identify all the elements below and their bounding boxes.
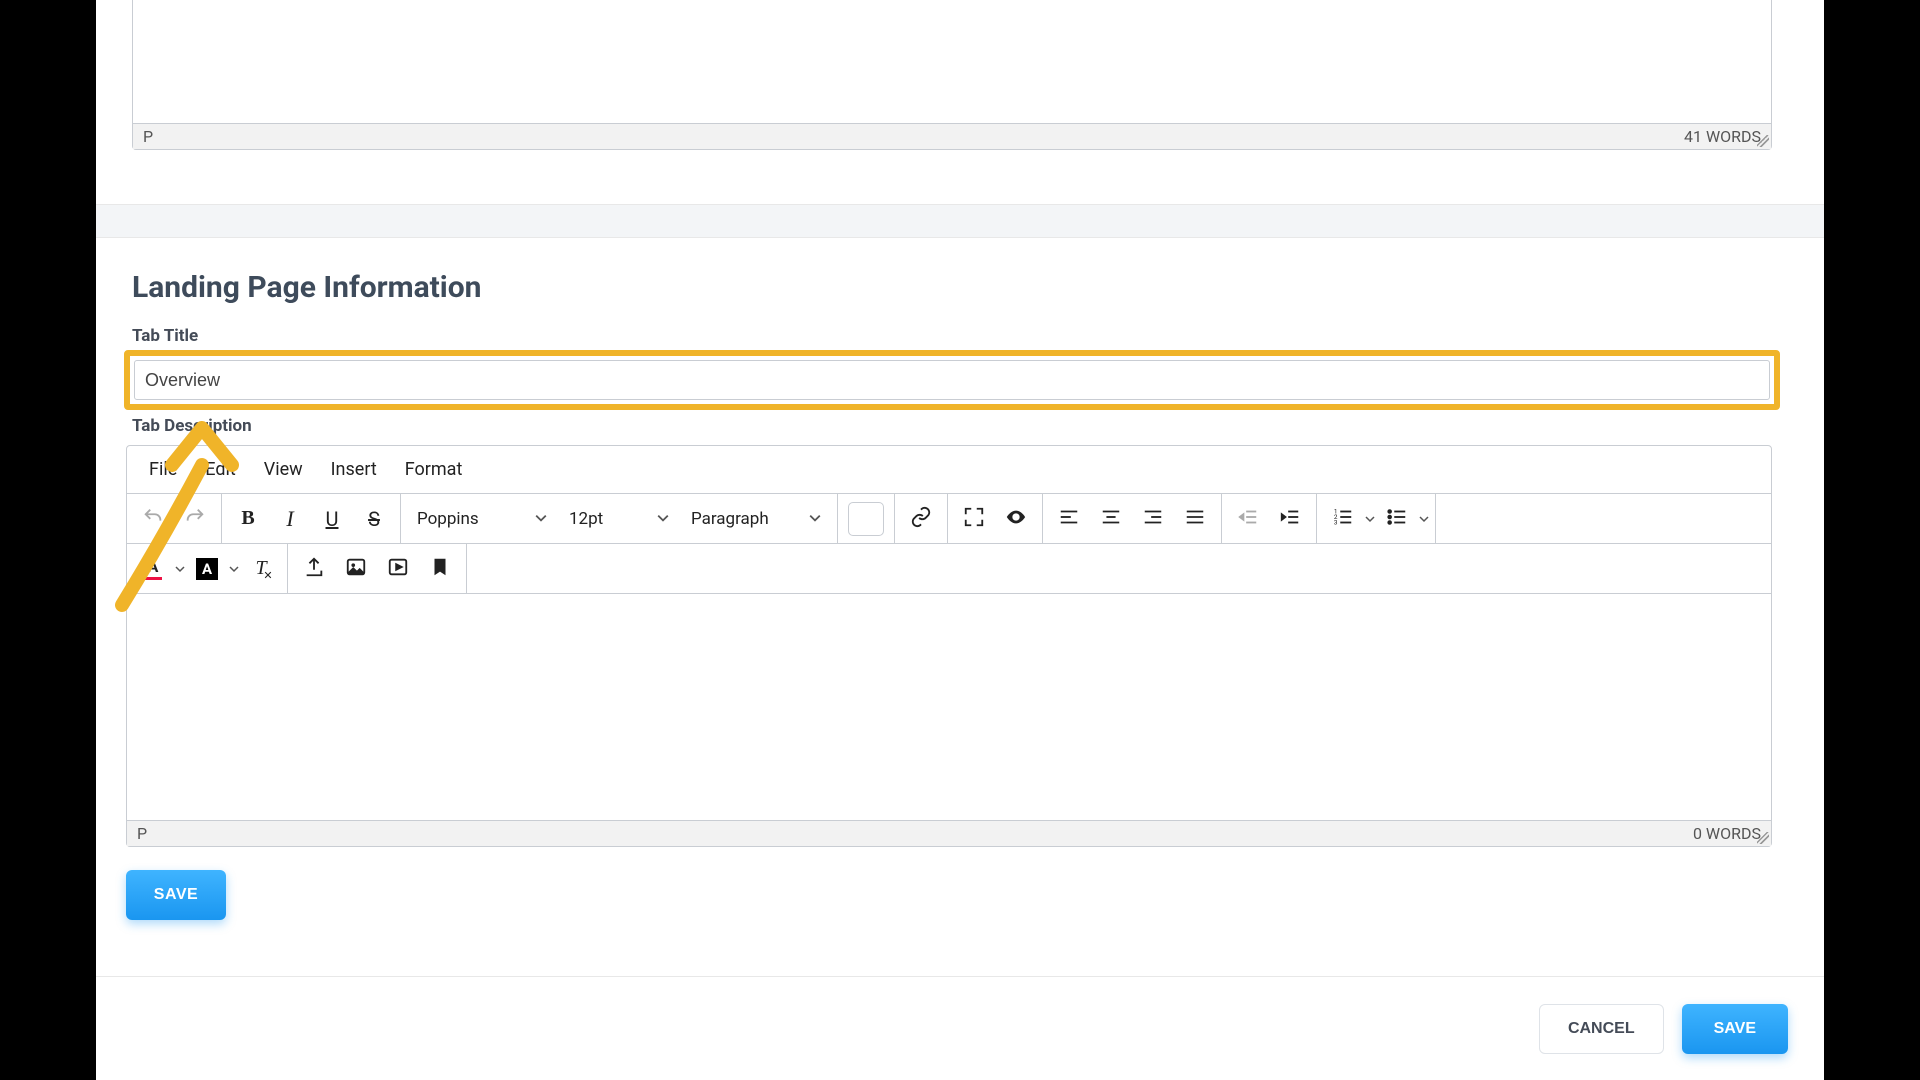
menu-edit[interactable]: Edit <box>191 446 249 493</box>
link-icon <box>910 506 932 532</box>
redo-button[interactable] <box>175 500 215 538</box>
chevron-down-icon[interactable] <box>175 559 185 578</box>
indent-button[interactable] <box>1270 500 1310 538</box>
save-button[interactable]: SAVE <box>126 870 226 920</box>
chevron-down-icon <box>657 509 669 529</box>
undo-icon <box>142 506 164 532</box>
upper-path-indicator: P <box>143 127 153 146</box>
section-title: Landing Page Information <box>132 270 482 305</box>
outdent-button[interactable] <box>1228 500 1268 538</box>
bullet-list-icon <box>1386 506 1408 532</box>
indent-icon <box>1279 506 1301 532</box>
footer-bar: CANCEL SAVE <box>96 976 1824 1080</box>
lower-word-count: 0 WORDS <box>1693 824 1761 843</box>
clear-formatting-icon: T✕ <box>255 557 266 580</box>
tab-title-input[interactable] <box>134 360 1770 400</box>
save-button-footer[interactable]: SAVE <box>1682 1004 1788 1054</box>
numbered-list-icon: 123 <box>1332 506 1354 532</box>
editor-content-area[interactable] <box>127 594 1771 820</box>
editor-menubar: File Edit View Insert Format <box>127 446 1771 494</box>
bullet-list-button[interactable] <box>1377 500 1417 538</box>
background-color-button[interactable]: A <box>187 550 227 588</box>
eye-icon <box>1005 506 1027 532</box>
tab-description-editor: File Edit View Insert Format B I U S Pop… <box>126 445 1772 847</box>
menu-view[interactable]: View <box>250 446 317 493</box>
bold-button[interactable]: B <box>228 500 268 538</box>
tab-title-label: Tab Title <box>132 326 198 346</box>
lower-path-indicator: P <box>137 824 147 843</box>
chevron-down-icon[interactable] <box>229 559 239 578</box>
resize-handle-icon[interactable] <box>1757 832 1769 844</box>
chevron-down-icon[interactable] <box>1365 509 1375 528</box>
lower-editor-statusbar: P 0 WORDS <box>127 820 1771 846</box>
editor-toolbar-row-1: B I U S Poppins 12pt Paragraph <box>127 494 1771 544</box>
outdent-icon <box>1237 506 1259 532</box>
undo-button[interactable] <box>133 500 173 538</box>
align-left-button[interactable] <box>1049 500 1089 538</box>
fullscreen-button[interactable] <box>954 500 994 538</box>
play-icon <box>387 556 409 582</box>
align-right-button[interactable] <box>1133 500 1173 538</box>
upload-icon <box>303 556 325 582</box>
chevron-down-icon <box>809 509 821 529</box>
redo-icon <box>184 506 206 532</box>
strikethrough-button[interactable]: S <box>354 500 394 538</box>
font-size-dropdown[interactable]: 12pt <box>559 500 679 538</box>
upper-editor-statusbar: P 41 WORDS <box>133 123 1771 149</box>
upper-editor: P 41 WORDS <box>132 0 1772 150</box>
underline-button[interactable]: U <box>312 500 352 538</box>
block-format-dropdown[interactable]: Paragraph <box>681 500 831 538</box>
link-button[interactable] <box>901 500 941 538</box>
font-size-value: 12pt <box>569 509 603 529</box>
chevron-down-icon <box>535 509 547 529</box>
font-family-value: Poppins <box>417 509 479 529</box>
tab-description-label: Tab Description <box>132 416 252 436</box>
text-color-button[interactable]: A <box>133 550 173 588</box>
upload-button[interactable] <box>294 550 334 588</box>
align-center-icon <box>1100 506 1122 532</box>
menu-insert[interactable]: Insert <box>317 446 391 493</box>
align-right-icon <box>1142 506 1164 532</box>
image-icon <box>345 556 367 582</box>
italic-button[interactable]: I <box>270 500 310 538</box>
editor-toolbar-row-2: A A T✕ <box>127 544 1771 594</box>
preview-button[interactable] <box>996 500 1036 538</box>
insert-media-button[interactable] <box>378 550 418 588</box>
resize-handle-icon[interactable] <box>1757 135 1769 147</box>
upper-word-count: 41 WORDS <box>1684 127 1761 146</box>
text-color-swatch <box>144 576 162 580</box>
bookmark-button[interactable] <box>420 550 460 588</box>
tab-title-highlight <box>124 350 1780 410</box>
svg-text:3: 3 <box>1334 518 1338 526</box>
align-center-button[interactable] <box>1091 500 1131 538</box>
source-code-button[interactable] <box>848 502 884 536</box>
text-color-icon: A <box>148 557 159 576</box>
align-justify-button[interactable] <box>1175 500 1215 538</box>
insert-image-button[interactable] <box>336 550 376 588</box>
font-family-dropdown[interactable]: Poppins <box>407 500 557 538</box>
fullscreen-icon <box>963 506 985 532</box>
bookmark-icon <box>429 556 451 582</box>
menu-format[interactable]: Format <box>391 446 477 493</box>
card-divider <box>96 204 1824 238</box>
cancel-button[interactable]: CANCEL <box>1539 1004 1664 1054</box>
block-format-value: Paragraph <box>691 509 769 529</box>
align-justify-icon <box>1184 506 1206 532</box>
menu-file[interactable]: File <box>135 446 191 493</box>
numbered-list-button[interactable]: 123 <box>1323 500 1363 538</box>
align-left-icon <box>1058 506 1080 532</box>
clear-formatting-button[interactable]: T✕ <box>241 550 281 588</box>
chevron-down-icon[interactable] <box>1419 509 1429 528</box>
background-color-icon: A <box>196 558 218 580</box>
